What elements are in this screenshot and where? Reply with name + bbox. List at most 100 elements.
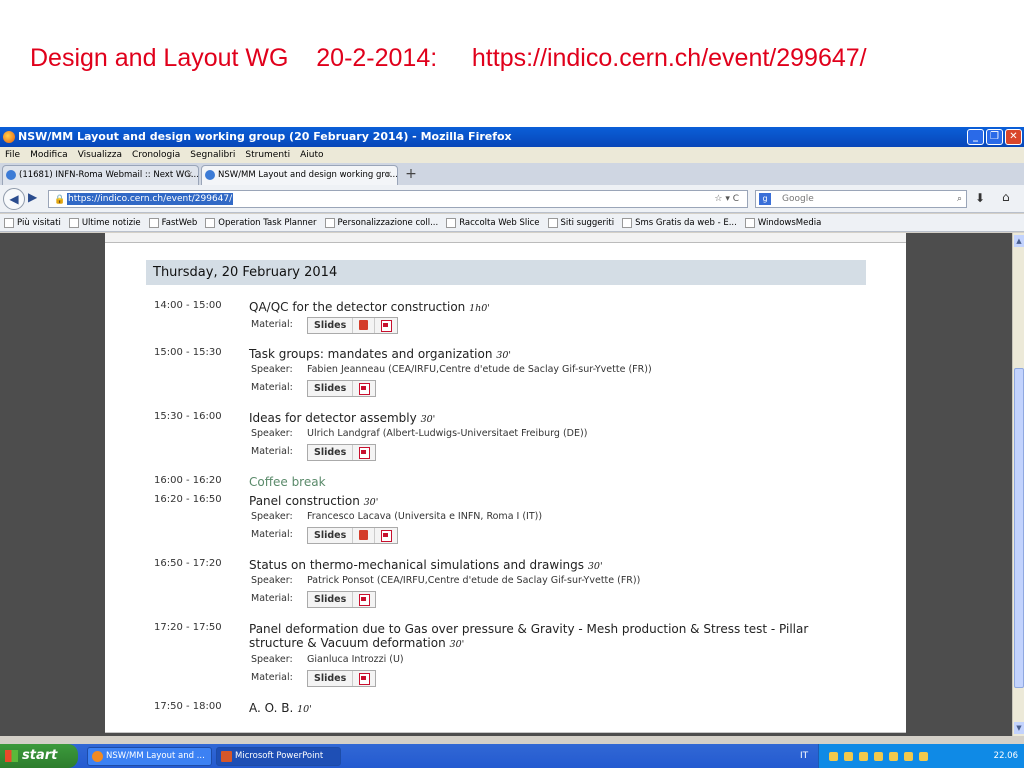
pdf-icon[interactable] — [353, 445, 375, 460]
tray-icon[interactable] — [889, 751, 898, 761]
clock[interactable]: 22.06 — [994, 744, 1024, 768]
menu-visualizza[interactable]: Visualizza — [78, 147, 122, 163]
bookmark-item[interactable]: Raccolta Web Slice — [446, 214, 540, 231]
item-duration: 30' — [496, 350, 511, 361]
new-tab-button[interactable]: + — [400, 165, 422, 185]
forward-button[interactable]: ▶ — [28, 190, 37, 204]
maximize-button[interactable]: ❐ — [986, 129, 1003, 145]
tab-close-icon[interactable]: × — [385, 166, 392, 185]
slides-button[interactable]: Slides — [308, 381, 354, 396]
home-icon[interactable]: ⌂ — [1002, 190, 1010, 204]
menu-file[interactable]: File — [5, 147, 20, 163]
bookmark-item[interactable]: Personalizzazione coll... — [324, 214, 438, 231]
item-title[interactable]: Task groups: mandates and organization 3… — [249, 347, 849, 363]
url-bar[interactable]: 🔒 https://indico.cern.ch/event/299647/ ☆… — [48, 190, 748, 208]
tray-icon[interactable] — [844, 751, 853, 761]
item-title[interactable]: Panel deformation due to Gas over pressu… — [249, 622, 849, 652]
language-indicator[interactable]: IT — [800, 744, 808, 768]
download-icon[interactable]: ⬇ — [975, 191, 985, 205]
item-duration: 30' — [420, 414, 436, 425]
bookmark-star-icon[interactable]: ☆ ▾ C — [714, 191, 739, 207]
slides-button[interactable]: Slides — [308, 528, 354, 543]
material-row: Material: Slides — [251, 380, 377, 398]
item-time: 15:00 - 15:30 — [154, 347, 222, 358]
material-label: Material: — [251, 319, 293, 330]
search-icon[interactable]: ⌕ — [957, 191, 962, 207]
tab-bar: (11681) INFN-Roma Webmail :: Next WG... … — [0, 163, 1024, 185]
bookmark-item[interactable]: Più visitati — [4, 214, 61, 231]
bookmark-item[interactable]: FastWeb — [148, 214, 197, 231]
url-text[interactable]: https://indico.cern.ch/event/299647/ — [67, 193, 234, 205]
scroll-down-icon[interactable]: ▼ — [1014, 722, 1024, 734]
slides-button[interactable]: Slides — [308, 318, 354, 333]
slides-button[interactable]: Slides — [308, 592, 354, 607]
close-button[interactable]: ✕ — [1005, 129, 1022, 145]
bookmark-item[interactable]: Sms Gratis da web - E... — [622, 214, 737, 231]
tab-webmail[interactable]: (11681) INFN-Roma Webmail :: Next WG... … — [2, 165, 199, 185]
pdf-icon[interactable] — [375, 318, 397, 333]
taskbar: start NSW/MM Layout and ... Microsoft Po… — [0, 744, 1024, 768]
day-header: Thursday, 20 February 2014 — [146, 260, 866, 285]
tray-icon[interactable] — [874, 751, 883, 761]
material-label: Material: — [251, 382, 293, 393]
tab-indico[interactable]: NSW/MM Layout and design working gro... … — [201, 165, 398, 185]
speaker-label: Speaker: — [251, 511, 293, 522]
slides-button[interactable]: Slides — [308, 445, 354, 460]
menu-modifica[interactable]: Modifica — [30, 147, 68, 163]
pdf-icon[interactable] — [353, 592, 375, 607]
bookmark-item[interactable]: Operation Task Planner — [205, 214, 317, 231]
tray-icon[interactable] — [829, 751, 838, 761]
speaker-label: Speaker: — [251, 654, 293, 665]
webmail-favicon-icon — [6, 170, 16, 180]
menu-cronologia[interactable]: Cronologia — [132, 147, 180, 163]
scroll-up-icon[interactable]: ▲ — [1014, 235, 1024, 247]
volume-icon[interactable] — [919, 751, 928, 761]
menu-segnalibri[interactable]: Segnalibri — [190, 147, 235, 163]
navigation-bar: ◀ ▶ 🔒 https://indico.cern.ch/event/29964… — [0, 185, 1024, 213]
slide-title: Design and Layout WG 20-2-2014: https://… — [30, 44, 867, 72]
tray-icon[interactable] — [859, 751, 868, 761]
bookmark-item[interactable]: Siti suggeriti — [547, 214, 614, 231]
pdf-icon[interactable] — [375, 528, 397, 543]
material-row: Material: Slides — [251, 527, 399, 545]
material-label: Material: — [251, 446, 293, 457]
menu-strumenti[interactable]: Strumenti — [245, 147, 290, 163]
item-time: 16:00 - 16:20 — [154, 475, 222, 486]
item-title[interactable]: QA/QC for the detector construction 1h0' — [249, 300, 849, 316]
minimize-button[interactable]: _ — [967, 129, 984, 145]
back-button[interactable]: ◀ — [3, 188, 25, 210]
slides-button[interactable]: Slides — [308, 671, 354, 686]
speaker-label: Speaker: — [251, 428, 293, 439]
taskbar-powerpoint[interactable]: Microsoft PowerPoint — [216, 747, 341, 766]
ppt-icon[interactable] — [353, 318, 376, 333]
agenda-page: Thursday, 20 February 2014 14:00 - 15:00… — [105, 233, 906, 733]
speaker-row: Speaker: Fabien Jeanneau (CEA/IRFU,Centre… — [251, 364, 652, 375]
bookmark-item[interactable]: WindowsMedia — [744, 214, 821, 231]
item-title[interactable]: Ideas for detector assembly 30' — [249, 411, 849, 427]
item-title[interactable]: Status on thermo-mechanical simulations … — [249, 558, 849, 574]
tray-icon[interactable] — [904, 751, 913, 761]
material-label: Material: — [251, 672, 293, 683]
scrollbar-thumb[interactable] — [1014, 368, 1024, 688]
vertical-scrollbar[interactable]: ▲ ▼ — [1012, 233, 1024, 736]
search-input[interactable]: g Google ⌕ — [755, 190, 967, 208]
lock-icon: 🔒 — [54, 195, 66, 205]
search-placeholder: Google — [782, 194, 814, 204]
speaker-name: Patrick Ponsot (CEA/IRFU,Centre d'etude … — [307, 575, 641, 586]
speaker-name: Gianluca Introzzi (U) — [307, 654, 404, 665]
item-title[interactable]: A. O. B. 10' — [249, 701, 849, 717]
pdf-icon[interactable] — [353, 381, 375, 396]
taskbar-firefox[interactable]: NSW/MM Layout and ... — [87, 747, 212, 766]
pdf-icon[interactable] — [353, 671, 375, 686]
item-title[interactable]: Panel construction 30' — [249, 494, 849, 510]
indico-favicon-icon — [205, 170, 215, 180]
bookmark-item[interactable]: Ultime notizie — [68, 214, 141, 231]
firefox-window: NSW/MM Layout and design working group (… — [0, 127, 1024, 768]
menu-aiuto[interactable]: Aiuto — [300, 147, 323, 163]
item-time: 14:00 - 15:00 — [154, 300, 222, 311]
tab-close-icon[interactable]: × — [186, 166, 193, 185]
start-button[interactable]: start — [0, 744, 78, 768]
speaker-name: Fabien Jeanneau (CEA/IRFU,Centre d'etude… — [307, 364, 652, 375]
ppt-icon[interactable] — [353, 528, 376, 543]
material-label: Material: — [251, 593, 293, 604]
